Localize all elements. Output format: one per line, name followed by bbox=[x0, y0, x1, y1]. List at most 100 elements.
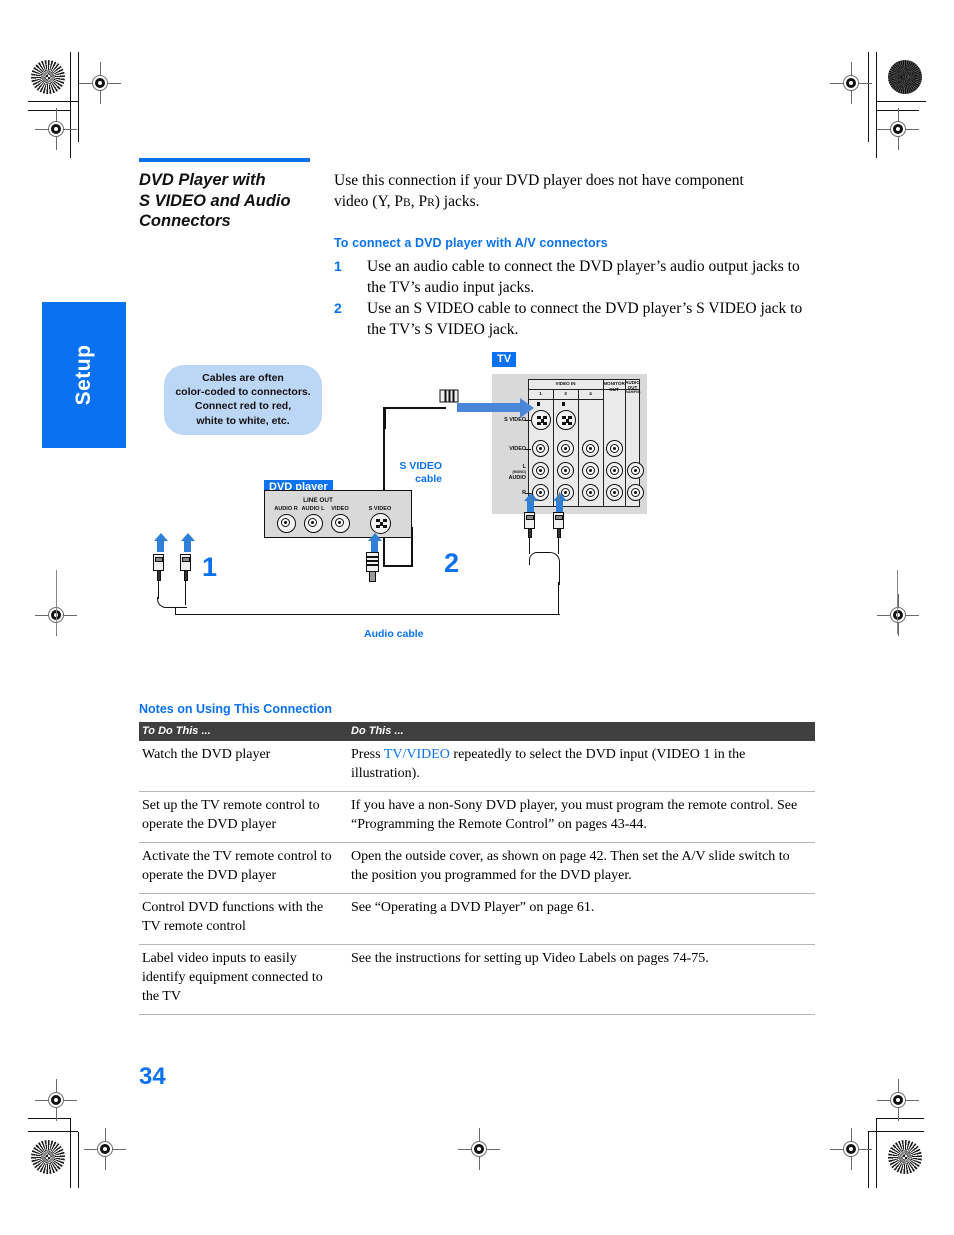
tv-connector-panel: VIDEO IN 1 3 4 MONITOR OUT AUDIO OUT (VA… bbox=[492, 374, 647, 514]
audio-cable-label: Audio cable bbox=[364, 628, 424, 640]
crop-line bbox=[28, 1118, 71, 1119]
table-cell-do: Press TV/VIDEO repeatedly to select the … bbox=[348, 741, 815, 792]
dvd-audio-r-label: AUDIO R bbox=[274, 506, 298, 512]
dvd-svideo-jack bbox=[370, 513, 391, 534]
table-cell-do: See “Operating a DVD Player” on page 61. bbox=[348, 893, 815, 945]
crop-line bbox=[78, 1132, 79, 1188]
table-cell-do: See the instructions for setting up Vide… bbox=[348, 944, 815, 1015]
svideo-connection-arrow bbox=[457, 397, 534, 418]
tv-row-audio-label: AUDIO bbox=[508, 475, 526, 481]
registration-mark bbox=[877, 1079, 919, 1121]
audio-cable-run bbox=[175, 614, 560, 615]
dvd-audio-r-arrow bbox=[153, 533, 168, 552]
intro-sub-r: R bbox=[427, 197, 435, 209]
tv-column-4-label: 4 bbox=[589, 391, 592, 396]
tv-video-monitor-out-jack bbox=[606, 440, 623, 457]
tv-video-jack-1 bbox=[532, 440, 549, 457]
cell-text-pre: Press bbox=[351, 747, 384, 762]
table-cell-todo: Watch the DVD player bbox=[139, 741, 348, 792]
tv-monitor-out-label-2: OUT bbox=[609, 386, 619, 392]
sidebar-tab-setup: Setup bbox=[42, 302, 126, 448]
step-number: 1 bbox=[334, 258, 342, 274]
tv-audio-r-jack-4 bbox=[582, 484, 599, 501]
tv-audio-out-label-3: (VAR/FIX) bbox=[625, 390, 641, 394]
svideo-cable-label: S VIDEO cable bbox=[382, 460, 442, 486]
dvd-svideo-arrow bbox=[367, 533, 382, 552]
tv-audio-l-out-jack bbox=[627, 462, 644, 479]
tv-audio-l-jack-1 bbox=[532, 462, 549, 479]
tv-column-3-label: 3 bbox=[564, 391, 567, 396]
tv-audio-r-out-jack bbox=[627, 484, 644, 501]
table-cell-todo: Activate the TV remote control to operat… bbox=[139, 842, 348, 894]
crop-line bbox=[868, 1131, 924, 1132]
rosette-mark-bottom-right bbox=[888, 1140, 922, 1174]
svideo-cable-bottom bbox=[383, 565, 413, 567]
table-cell-do: If you have a non-Sony DVD player, you m… bbox=[348, 791, 815, 843]
connection-diagram: TV VIDEO IN 1 3 4 MONITOR OUT AUDIO OUT … bbox=[139, 352, 829, 652]
crop-line bbox=[28, 1131, 78, 1132]
page-title-line-1: DVD Player with bbox=[139, 171, 266, 189]
tv-row-audio-r-label: R bbox=[492, 490, 526, 496]
table-header-todo: To Do This ... bbox=[139, 722, 348, 741]
crop-line bbox=[876, 52, 877, 158]
registration-mark bbox=[84, 1128, 126, 1170]
audio-cable-merge bbox=[157, 597, 187, 608]
crop-line bbox=[876, 1118, 877, 1188]
intro-paragraph: Use this connection if your DVD player d… bbox=[334, 170, 814, 214]
notes-heading: Notes on Using This Connection bbox=[139, 702, 333, 716]
rosette-mark-top-right bbox=[888, 60, 922, 94]
page-title-line-3: Connectors bbox=[139, 212, 231, 230]
tv-row-video-label: VIDEO bbox=[509, 446, 526, 452]
tv-column-1-label: 1 bbox=[539, 391, 542, 396]
crop-line bbox=[56, 570, 57, 634]
tv-audio-l-jack-4 bbox=[582, 462, 599, 479]
crop-line bbox=[868, 1132, 869, 1188]
table-row: Watch the DVD player Press TV/VIDEO repe… bbox=[139, 741, 815, 792]
section-rule bbox=[139, 158, 310, 162]
audio-cable-corner-left bbox=[175, 607, 176, 615]
crop-line bbox=[868, 52, 869, 142]
leader-line bbox=[525, 448, 531, 450]
sidebar-tab-label: Setup bbox=[72, 344, 95, 406]
table-row: Label video inputs to easily identify eq… bbox=[139, 944, 815, 1015]
crop-line bbox=[897, 570, 898, 634]
rosette-mark-top-left bbox=[31, 60, 65, 94]
dvd-video-label: VIDEO bbox=[331, 506, 349, 512]
intro-line-2-mid: , P bbox=[410, 193, 428, 210]
registration-mark bbox=[458, 1128, 500, 1170]
dvd-svideo-label: S VIDEO bbox=[368, 506, 392, 512]
dvd-audio-l-label: AUDIO L bbox=[301, 506, 325, 512]
tv-label-tag: TV bbox=[492, 352, 517, 367]
crop-line bbox=[70, 52, 71, 158]
tv-svideo-jack-1 bbox=[531, 410, 551, 430]
table-cell-todo: Set up the TV remote control to operate … bbox=[139, 791, 348, 843]
audio-cable-split-left bbox=[529, 552, 545, 565]
step-text: Use an audio cable to connect the DVD pl… bbox=[367, 258, 800, 296]
audio-cable-split-right bbox=[543, 552, 560, 585]
svideo-cable-label-line-1: S VIDEO bbox=[399, 460, 442, 472]
intro-line-1: Use this connection if your DVD player d… bbox=[334, 172, 744, 189]
table-row: Set up the TV remote control to operate … bbox=[139, 791, 815, 843]
registration-mark bbox=[35, 1079, 77, 1121]
table-cell-todo: Label video inputs to easily identify eq… bbox=[139, 944, 348, 1015]
tv-group-video-in-label: VIDEO IN bbox=[555, 381, 576, 386]
crop-line bbox=[876, 1118, 924, 1119]
svideo-cable-label-line-2: cable bbox=[415, 473, 442, 485]
table-header-row: To Do This ... Do This ... bbox=[139, 722, 815, 741]
procedure-step: 1 Use an audio cable to connect the DVD … bbox=[334, 256, 814, 298]
jack-marker bbox=[537, 402, 540, 406]
intro-line-2-post: ) jacks. bbox=[434, 193, 480, 210]
tv-row-svideo-label: S VIDEO bbox=[504, 417, 526, 423]
dvd-connector-panel: LINE OUT AUDIO R AUDIO L VIDEO S VIDEO bbox=[264, 490, 412, 538]
grid-line bbox=[578, 389, 579, 507]
tv-audio-l-monitor-out-jack bbox=[606, 462, 623, 479]
registration-mark bbox=[877, 594, 919, 636]
crop-line bbox=[28, 101, 78, 102]
table-header-do: Do This ... bbox=[348, 722, 815, 741]
tv-audio-leader-2 bbox=[559, 492, 560, 502]
svideo-cable-vertical bbox=[383, 407, 385, 567]
page-title-line-2: S VIDEO and Audio bbox=[139, 191, 291, 210]
tv-audio-leader-1 bbox=[530, 497, 531, 503]
tv-audio-l-jack-3 bbox=[557, 462, 574, 479]
audio-cable-corner-right bbox=[558, 582, 559, 615]
